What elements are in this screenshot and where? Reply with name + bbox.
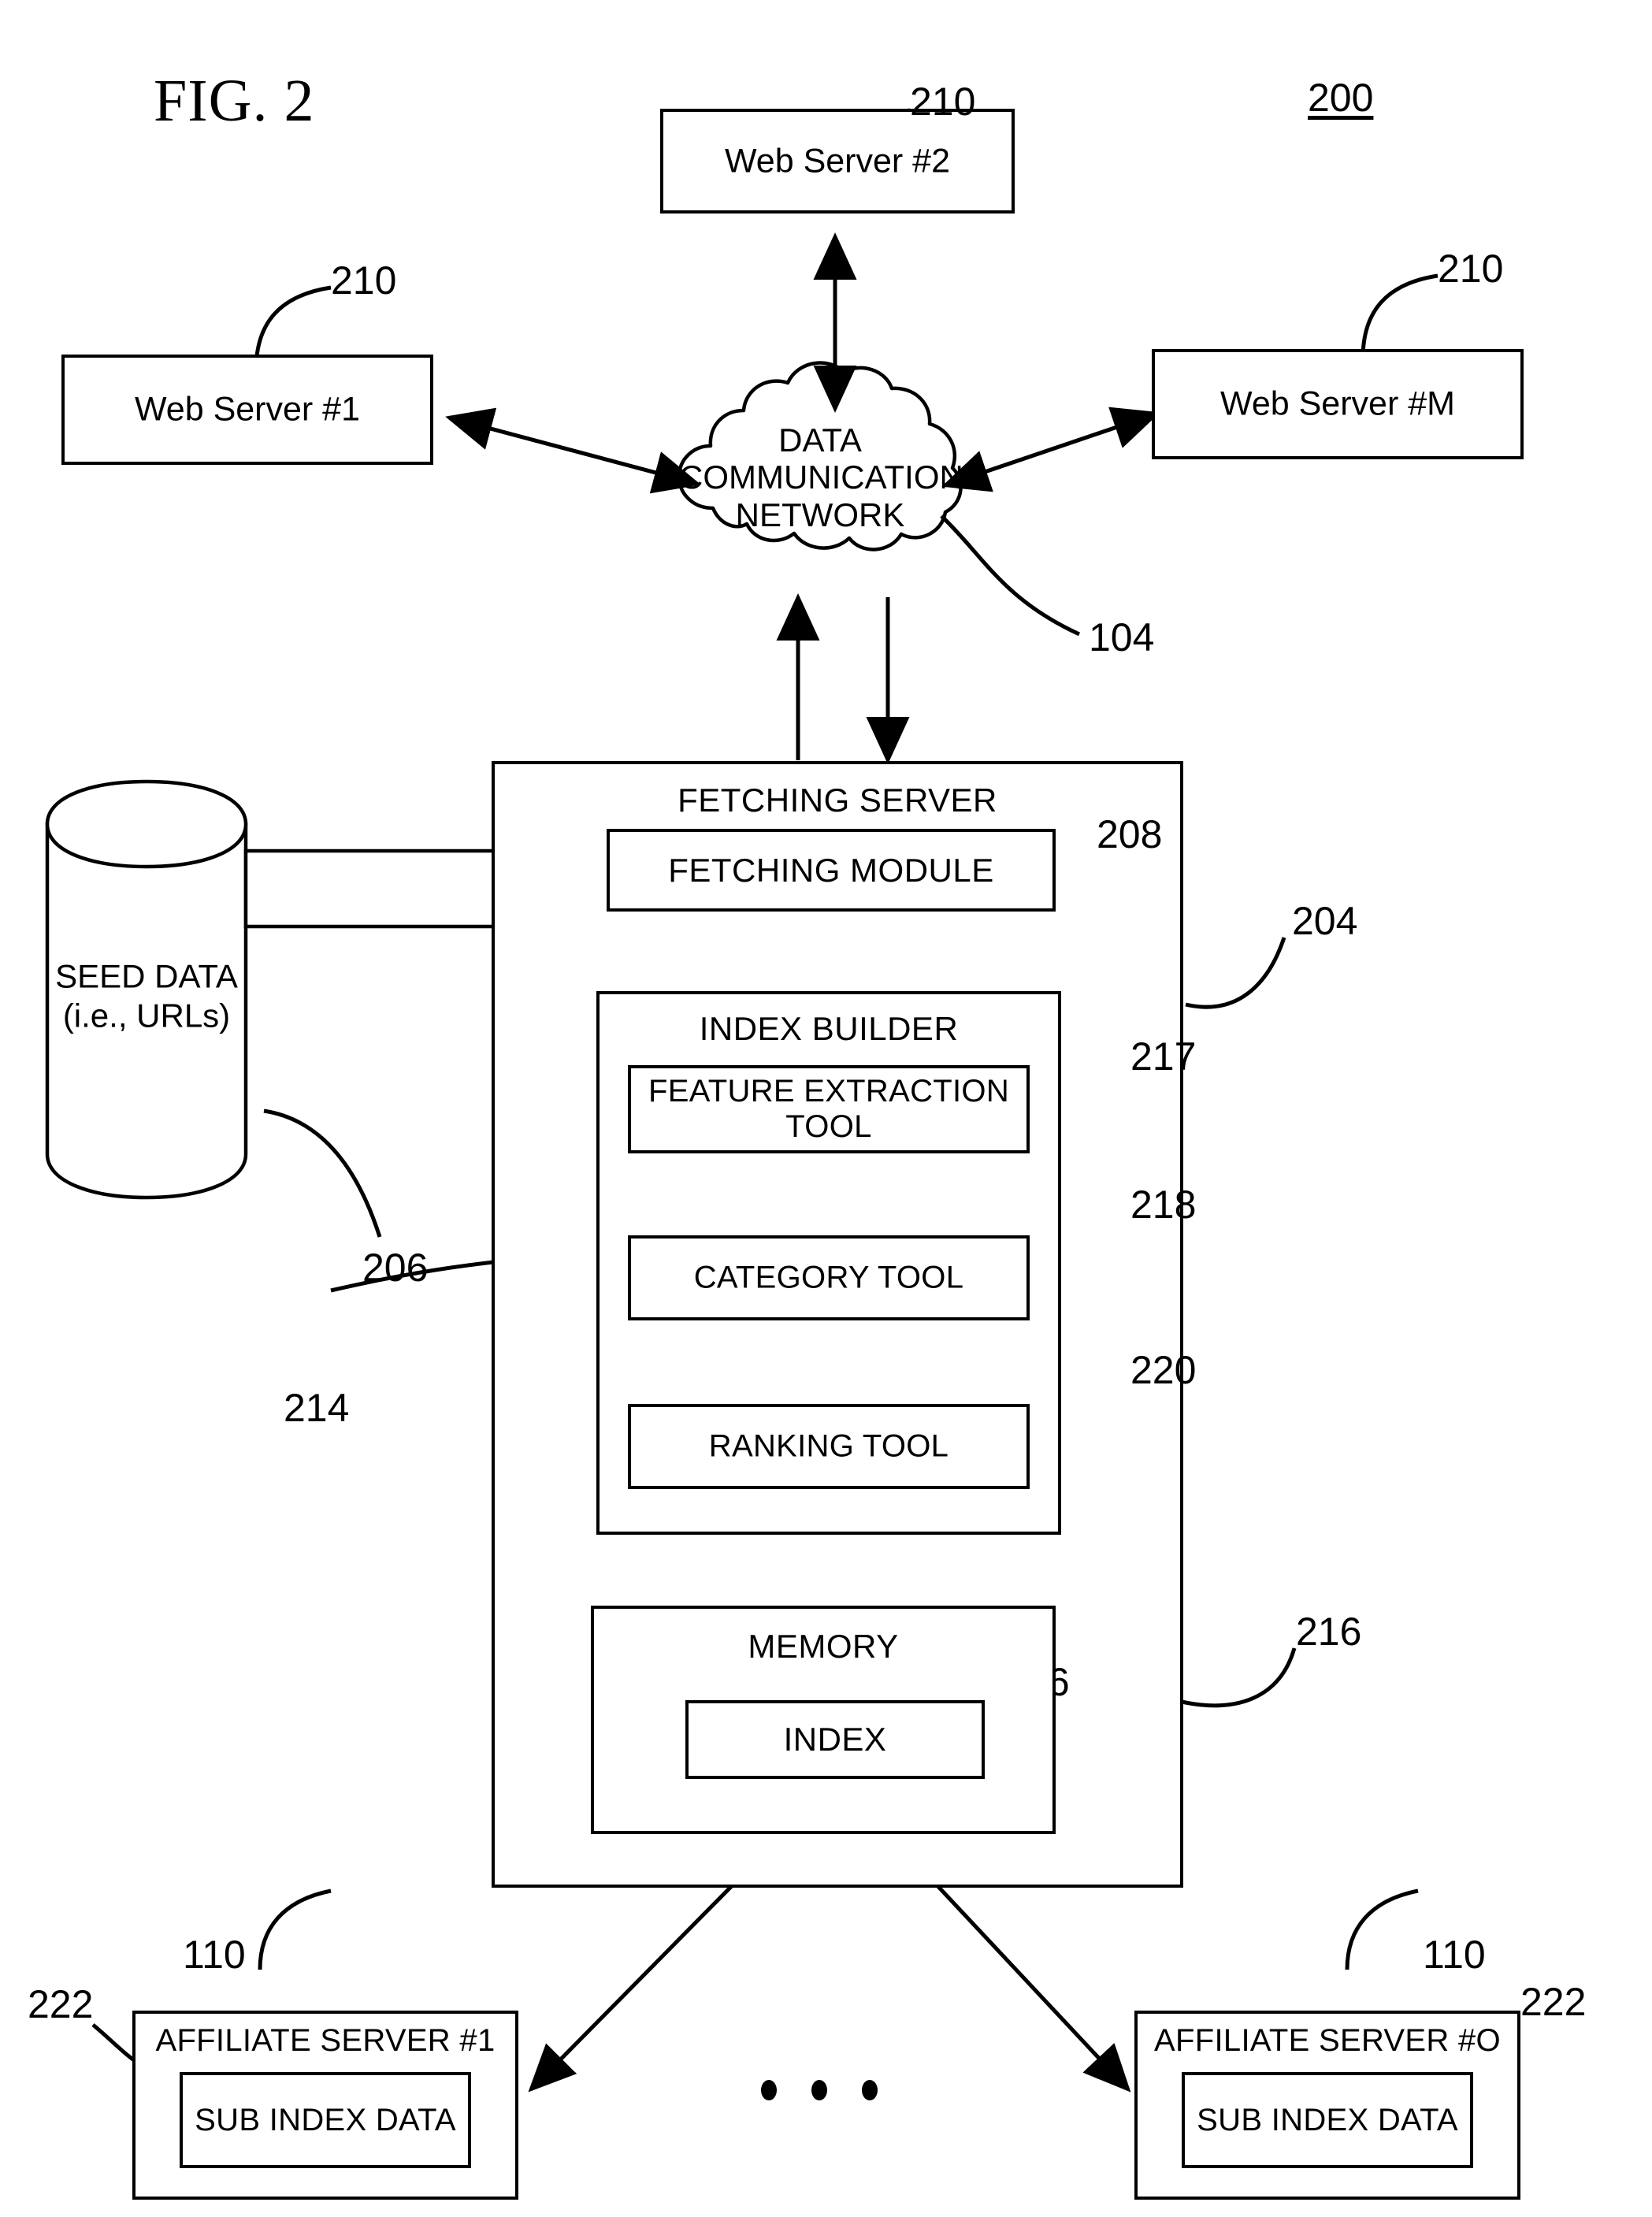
affiliate-server-o-ref: 110: [1423, 1933, 1486, 1977]
patent-figure-canvas: FIG. 2 200 Web Server #2 210 Web Server …: [0, 0, 1652, 2217]
leader-110-affiliate-server-o: [1345, 1888, 1419, 1970]
affiliate-server-o-sub-index-label: SUB INDEX DATA: [1197, 2103, 1458, 2137]
fetching-module-label: FETCHING MODULE: [668, 851, 994, 889]
web-server-1-ref: 210: [331, 258, 397, 303]
ranking-tool-label: RANKING TOOL: [708, 1428, 949, 1464]
fetching-server-label: FETCHING SERVER: [678, 782, 997, 819]
network-cloud[interactable]: DATA COMMUNICATION NETWORK: [679, 410, 963, 544]
figure-title: FIG. 2: [154, 68, 315, 134]
ranking-tool-box[interactable]: RANKING TOOL: [628, 1404, 1030, 1489]
seed-data-store[interactable]: SEED DATA (i.e., URLs): [47, 824, 246, 1155]
affiliate-server-o-sub-index-box[interactable]: SUB INDEX DATA: [1182, 2072, 1473, 2168]
ellipsis-dot: [761, 2080, 777, 2100]
web-server-m-ref: 210: [1438, 247, 1504, 291]
network-cloud-ref: 104: [1089, 615, 1155, 659]
category-tool-box[interactable]: CATEGORY TOOL: [628, 1235, 1030, 1320]
arrow-cloud-to-web-server-1: [445, 407, 698, 486]
leader-110-affiliate-server-1: [258, 1888, 332, 1970]
affiliate-servers-ellipsis: [761, 2080, 878, 2100]
leader-206-seed-data: [263, 1108, 382, 1238]
memory-label: MEMORY: [748, 1628, 899, 1665]
figure-system-ref: 200: [1308, 76, 1374, 120]
network-cloud-label: DATA COMMUNICATION NETWORK: [679, 421, 963, 533]
affiliate-server-o-sub-index-ref: 222: [1520, 1980, 1587, 2024]
web-server-2-label: Web Server #2: [724, 142, 950, 180]
affiliate-server-o-label: AFFILIATE SERVER #O: [1154, 2023, 1501, 2058]
category-tool-label: CATEGORY TOOL: [693, 1260, 964, 1295]
feature-extraction-tool-label: FEATURE EXTRACTION TOOL: [648, 1074, 1010, 1144]
leader-104-network-cloud: [940, 514, 1081, 637]
affiliate-server-1-sub-index-box[interactable]: SUB INDEX DATA: [180, 2072, 471, 2168]
index-builder-label: INDEX BUILDER: [699, 1010, 959, 1047]
fetching-module-box[interactable]: FETCHING MODULE: [607, 829, 1056, 912]
leader-216-memory: [1181, 1647, 1297, 1708]
affiliate-server-1-sub-index-ref: 222: [28, 1982, 94, 2026]
memory-ref: 216: [1296, 1610, 1362, 1654]
ranking-tool-ref: 220: [1130, 1348, 1197, 1392]
index-label: INDEX: [783, 1721, 887, 1758]
web-server-m-label: Web Server #M: [1220, 384, 1455, 423]
fetching-module-ref: 208: [1097, 812, 1163, 856]
ellipsis-dot: [862, 2080, 878, 2100]
ellipsis-dot: [811, 2080, 827, 2100]
web-server-m-box[interactable]: Web Server #M: [1152, 349, 1524, 459]
affiliate-server-1-label: AFFILIATE SERVER #1: [155, 2023, 496, 2058]
arrow-web-server-m-to-cloud: [941, 411, 1157, 492]
feature-extraction-tool-ref: 217: [1130, 1034, 1197, 1079]
index-builder-ref: 214: [284, 1386, 350, 1430]
seed-data-ref: 206: [362, 1246, 429, 1290]
affiliate-server-1-sub-index-label: SUB INDEX DATA: [195, 2103, 456, 2137]
web-server-1-box[interactable]: Web Server #1: [61, 355, 433, 465]
web-server-2-ref: 210: [910, 80, 976, 124]
seed-data-label: SEED DATA (i.e., URLs): [55, 957, 238, 1034]
fetching-server-ref: 204: [1292, 899, 1358, 943]
arrow-cloud-to-web-server-m: [945, 407, 1160, 488]
web-server-1-label: Web Server #1: [134, 390, 360, 429]
feature-extraction-tool-box[interactable]: FEATURE EXTRACTION TOOL: [628, 1065, 1030, 1153]
leader-210-web-server-m: [1361, 273, 1439, 359]
arrow-web-server-1-to-cloud: [448, 415, 701, 494]
leader-204-fetching-server: [1185, 937, 1286, 1009]
index-box[interactable]: INDEX: [685, 1700, 985, 1779]
category-tool-ref: 218: [1130, 1183, 1197, 1227]
affiliate-server-1-ref: 110: [183, 1933, 246, 1977]
